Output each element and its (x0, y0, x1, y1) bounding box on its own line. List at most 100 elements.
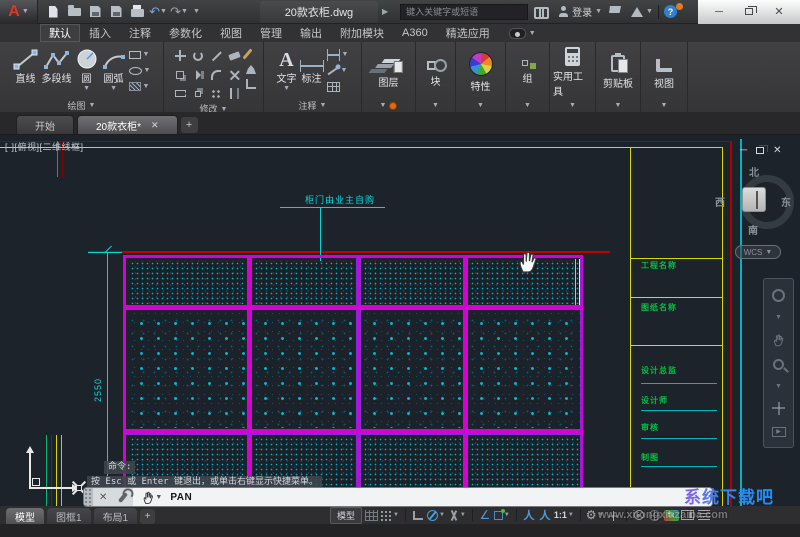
panel-utilities-footer[interactable]: ▼ (550, 99, 595, 112)
viewport-controls-label[interactable]: [-][俯视][二维线框] (5, 140, 84, 153)
viewport-minimize-icon[interactable]: ─ (740, 145, 747, 156)
ribbon-tab-annotate[interactable]: 注释 (120, 24, 160, 42)
explode-icon[interactable] (225, 66, 243, 84)
ortho-toggle[interactable] (411, 507, 425, 523)
redo-icon[interactable]: ↷▼ (172, 5, 186, 19)
sign-in-dropdown-icon[interactable]: ▼ (595, 8, 602, 15)
show-motion-icon[interactable]: ▶ (772, 427, 786, 437)
search-binoculars-icon[interactable] (534, 7, 549, 16)
viewcube-east-label[interactable]: 东 (781, 194, 791, 209)
copy-icon[interactable] (176, 71, 184, 79)
plot-icon[interactable] (130, 5, 144, 19)
object-snap-toggle[interactable]: ▼ (494, 507, 511, 523)
snap-toggle[interactable]: ▼ (380, 507, 400, 523)
panel-annotate-footer[interactable]: 注释▼ (264, 99, 361, 112)
group-icon[interactable] (522, 60, 528, 66)
chevron-down-icon[interactable]: ▼ (775, 314, 782, 321)
offset-icon[interactable] (230, 88, 239, 99)
leader-button[interactable]: ▼ (327, 64, 349, 77)
isometric-toggle[interactable]: ▼ (448, 507, 467, 523)
minimize-button[interactable]: ─ (704, 0, 734, 24)
line-button[interactable]: 直线 (13, 46, 39, 85)
close-icon[interactable]: ✕ (151, 120, 159, 131)
customize-button[interactable]: ＋ (607, 507, 621, 523)
ribbon-tab-a360[interactable]: A360 (393, 24, 437, 42)
ribbon-tab-view[interactable]: 视图 (211, 24, 251, 42)
ribbon-tab-featured-apps[interactable]: 精选应用 (437, 24, 499, 42)
close-button[interactable]: ✕ (764, 0, 794, 24)
view-icon[interactable] (656, 59, 672, 72)
command-bar[interactable]: ✕ ▼ PAN (84, 488, 712, 506)
doc-switch-arrow-icon[interactable]: ▶ (382, 7, 388, 16)
qat-customize-icon[interactable]: ▼ (193, 8, 200, 15)
layers-icon[interactable] (381, 59, 400, 63)
ribbon-tab-addins[interactable]: 附加模块 (331, 24, 393, 42)
isolate-objects-button[interactable] (632, 507, 646, 523)
hatch-button[interactable]: ▼ (129, 80, 151, 93)
viewport-close-icon[interactable]: ✕ (773, 145, 781, 156)
trim-icon[interactable] (207, 47, 225, 65)
panel-clipboard-footer[interactable]: ▼ (596, 99, 640, 112)
chevron-down-icon[interactable]: ▼ (775, 383, 782, 390)
polar-tracking-toggle[interactable]: ▼ (427, 507, 446, 523)
a360-icon[interactable] (631, 7, 643, 17)
ribbon-tab-insert[interactable]: 插入 (80, 24, 120, 42)
dimension-button[interactable]: 标注 (300, 46, 324, 85)
panel-group-footer[interactable]: ▼ (506, 99, 549, 112)
mirror-icon[interactable] (196, 70, 201, 80)
units-button[interactable] (697, 507, 711, 523)
command-close-icon[interactable]: ✕ (93, 488, 113, 506)
chevron-down-icon[interactable]: ▼ (110, 85, 117, 92)
undo-icon[interactable]: ↶▼ (151, 5, 165, 19)
file-tab-document[interactable]: 20款衣柜* ✕ (77, 115, 178, 134)
erase-icon[interactable] (228, 51, 240, 60)
chevron-down-icon[interactable]: ▼ (155, 494, 162, 501)
new-layout-button[interactable]: + (140, 509, 155, 524)
viewcube[interactable] (742, 187, 766, 212)
panel-properties-footer[interactable]: ▼ (456, 99, 505, 112)
dimstyle-button[interactable]: ▼ (327, 48, 349, 61)
help-button[interactable]: ? (664, 5, 677, 18)
viewcube-south-label[interactable]: 南 (748, 222, 758, 237)
viewport-restore-icon[interactable] (756, 147, 764, 154)
save-icon[interactable] (88, 5, 102, 19)
text-button[interactable]: A 文字 ▼ (277, 46, 297, 92)
new-file-icon[interactable] (46, 5, 60, 19)
navigation-wheel-icon[interactable] (772, 289, 785, 302)
navigation-wheel-button[interactable] (648, 507, 662, 523)
new-drawing-tab-button[interactable]: + (181, 117, 198, 133)
clean-screen-button[interactable] (681, 507, 695, 523)
calculator-icon[interactable] (565, 47, 580, 66)
chevron-down-icon[interactable]: ▼ (283, 85, 290, 92)
drawing-canvas[interactable]: [-][俯视][二维线框] 2550 柜门由业主自购 (0, 135, 800, 506)
grid-toggle[interactable] (364, 507, 378, 523)
layout-tab-model[interactable]: 模型 (6, 508, 44, 524)
clipboard-icon[interactable] (611, 55, 625, 72)
workspace-switch-button[interactable]: ⚙▼ (586, 507, 605, 523)
fillet-icon[interactable] (211, 70, 221, 80)
open-file-icon[interactable] (67, 5, 81, 19)
array-icon[interactable] (211, 89, 222, 99)
ribbon-tab-default[interactable]: 默认 (40, 24, 80, 42)
graphics-performance-button[interactable]: fx (664, 507, 679, 523)
command-customize-button[interactable] (113, 488, 133, 506)
stretch-icon[interactable] (175, 90, 186, 97)
model-space-button[interactable]: 模型 (330, 507, 362, 524)
osnap-tracking-toggle[interactable]: ∠ (478, 507, 492, 523)
save-as-icon[interactable] (109, 5, 123, 19)
command-bar-grip[interactable] (84, 488, 93, 506)
search-input[interactable]: 键入关键字或短语 (400, 4, 528, 20)
ribbon-tab-manage[interactable]: 管理 (251, 24, 291, 42)
annotation-visibility-toggle[interactable]: 人 (522, 507, 536, 523)
table-button[interactable] (327, 80, 349, 93)
zoom-icon[interactable] (773, 359, 784, 370)
sign-in-button[interactable]: 登录 (572, 4, 592, 19)
panel-block-footer[interactable]: ▼ (416, 99, 455, 112)
viewcube-north-label[interactable]: 北 (749, 164, 759, 179)
measure-icon[interactable] (246, 79, 256, 89)
annotation-autoscale-toggle[interactable]: 人 (538, 507, 552, 523)
maximize-button[interactable] (734, 0, 764, 24)
layout-tab-layout1[interactable]: 布局1 (94, 508, 138, 524)
orbit-icon[interactable] (772, 402, 785, 415)
stamp-icon[interactable] (246, 65, 256, 74)
